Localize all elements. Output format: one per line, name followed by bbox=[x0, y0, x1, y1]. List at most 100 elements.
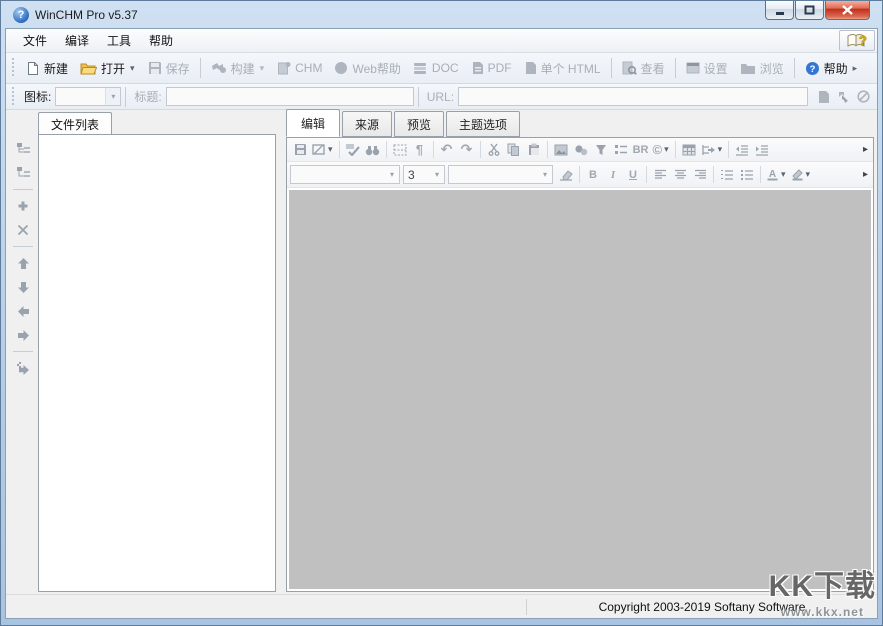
tab-edit[interactable]: 编辑 bbox=[286, 109, 340, 137]
close-button[interactable] bbox=[825, 1, 870, 20]
maximize-button[interactable] bbox=[795, 1, 824, 20]
font-color-button[interactable]: A ▾ bbox=[764, 165, 789, 185]
clear-formatting-button[interactable] bbox=[556, 165, 576, 185]
delete-topic-button[interactable] bbox=[11, 219, 35, 241]
paragraph-style-combobox[interactable]: ▾ bbox=[448, 165, 553, 184]
insert-list-button[interactable] bbox=[611, 140, 631, 160]
menu-tools[interactable]: 工具 bbox=[98, 29, 140, 52]
cut-button[interactable] bbox=[484, 140, 504, 160]
save-topic-button[interactable] bbox=[290, 140, 310, 160]
font-size-combobox[interactable]: 3 ▾ bbox=[403, 165, 445, 184]
bold-button[interactable]: B bbox=[583, 165, 603, 185]
separator bbox=[339, 141, 340, 158]
italic-button[interactable]: I bbox=[603, 165, 623, 185]
add-child-topic-button[interactable] bbox=[11, 357, 35, 379]
add-topic-button[interactable] bbox=[11, 195, 35, 217]
menu-file[interactable]: 文件 bbox=[14, 29, 56, 52]
list-items-icon bbox=[614, 144, 628, 156]
help-button[interactable]: ? 帮助 ▸ bbox=[799, 57, 865, 80]
copy-button[interactable] bbox=[504, 140, 524, 160]
view-button[interactable]: 查看 bbox=[616, 57, 671, 80]
new-button[interactable]: 新建 bbox=[20, 57, 74, 80]
insert-symbol-button[interactable]: © ▾ bbox=[651, 140, 672, 160]
align-left-button[interactable] bbox=[650, 165, 670, 185]
toolbar-overflow-icon[interactable]: ▸ bbox=[861, 144, 870, 155]
find-button[interactable] bbox=[363, 140, 383, 160]
underline-button[interactable]: U bbox=[623, 165, 643, 185]
topic-tree[interactable] bbox=[38, 134, 276, 592]
chevron-down-icon[interactable]: ▾ bbox=[805, 169, 812, 180]
italic-label: I bbox=[611, 169, 615, 181]
collapse-all-button[interactable] bbox=[11, 162, 35, 184]
chevron-down-icon[interactable]: ▾ bbox=[663, 144, 670, 155]
increase-indent-button[interactable] bbox=[752, 140, 772, 160]
open-button[interactable]: 打开 ▾ bbox=[74, 57, 142, 80]
bullet-list-button[interactable] bbox=[737, 165, 757, 185]
highlighter-icon bbox=[791, 168, 804, 181]
browse-button[interactable]: 浏览 bbox=[734, 57, 790, 80]
paste-button[interactable] bbox=[524, 140, 544, 160]
editor-content-area[interactable] bbox=[289, 190, 871, 589]
url-field[interactable] bbox=[458, 87, 808, 106]
doc-button[interactable]: DOC bbox=[407, 58, 465, 78]
open-dropdown-arrow-icon[interactable]: ▾ bbox=[129, 63, 136, 74]
align-right-button[interactable] bbox=[690, 165, 710, 185]
chm-button[interactable]: CHM bbox=[271, 58, 328, 78]
topic-tree-toolbar bbox=[8, 134, 38, 594]
insert-table-button[interactable] bbox=[679, 140, 699, 160]
single-html-button[interactable]: 单个 HTML bbox=[518, 57, 607, 80]
show-paragraph-marks-button[interactable]: ¶ bbox=[410, 140, 430, 160]
move-right-button[interactable] bbox=[11, 324, 35, 346]
tab-source[interactable]: 来源 bbox=[342, 111, 392, 137]
html-file-icon bbox=[524, 61, 537, 75]
move-up-button[interactable] bbox=[11, 252, 35, 274]
insert-link-button[interactable] bbox=[571, 140, 591, 160]
help-menu-arrow-icon[interactable]: ▸ bbox=[852, 63, 859, 74]
menu-compile[interactable]: 编译 bbox=[56, 29, 98, 52]
chevron-down-icon[interactable]: ▾ bbox=[327, 144, 334, 155]
highlight-color-button[interactable]: ▾ bbox=[789, 165, 814, 185]
icon-combobox[interactable]: ▾ bbox=[55, 87, 121, 106]
chevron-down-icon[interactable]: ▾ bbox=[105, 88, 120, 105]
panel-splitter[interactable] bbox=[276, 112, 286, 594]
select-topic-button[interactable] bbox=[833, 87, 853, 107]
toolbar-overflow-icon[interactable]: ▸ bbox=[861, 169, 870, 180]
title-field[interactable] bbox=[166, 87, 414, 106]
tab-topic-options[interactable]: 主题选项 bbox=[446, 111, 520, 137]
redo-button[interactable]: ↷ bbox=[457, 140, 477, 160]
chevron-down-icon[interactable]: ▾ bbox=[780, 169, 787, 180]
insert-anchor-button[interactable] bbox=[591, 140, 611, 160]
expand-all-button[interactable] bbox=[11, 138, 35, 160]
undo-button[interactable]: ↶ bbox=[437, 140, 457, 160]
tab-preview[interactable]: 预览 bbox=[394, 111, 444, 137]
minimize-button[interactable] bbox=[765, 1, 794, 20]
menu-help[interactable]: 帮助 bbox=[140, 29, 182, 52]
show-borders-button[interactable] bbox=[390, 140, 410, 160]
tab-file-list[interactable]: 文件列表 bbox=[38, 112, 112, 134]
align-center-button[interactable] bbox=[670, 165, 690, 185]
toolbar-grip[interactable] bbox=[11, 87, 16, 107]
table-edit-button[interactable]: ▾ bbox=[699, 140, 726, 160]
edit-mode-button[interactable]: ▾ bbox=[310, 140, 336, 160]
spell-check-button[interactable] bbox=[343, 140, 363, 160]
toolbar-grip[interactable] bbox=[11, 58, 16, 78]
new-topic-file-button[interactable] bbox=[813, 87, 833, 107]
separator bbox=[418, 87, 419, 107]
build-button[interactable]: 构建 ▾ bbox=[205, 57, 272, 80]
save-button[interactable]: 保存 bbox=[142, 57, 196, 80]
help-book-button[interactable]: ? bbox=[839, 30, 875, 51]
cancel-button[interactable] bbox=[853, 87, 873, 107]
move-left-button[interactable] bbox=[11, 300, 35, 322]
delete-x-icon bbox=[17, 224, 29, 236]
move-down-button[interactable] bbox=[11, 276, 35, 298]
settings-button[interactable]: 设置 bbox=[680, 57, 734, 80]
insert-line-break-button[interactable]: BR bbox=[631, 140, 651, 160]
chevron-down-icon[interactable]: ▾ bbox=[717, 144, 724, 155]
web-help-button[interactable]: Web帮助 bbox=[328, 57, 406, 80]
numbered-list-button[interactable] bbox=[717, 165, 737, 185]
pdf-button[interactable]: PDF bbox=[465, 58, 518, 78]
font-family-combobox[interactable]: ▾ bbox=[290, 165, 400, 184]
decrease-indent-button[interactable] bbox=[732, 140, 752, 160]
build-dropdown-arrow-icon[interactable]: ▾ bbox=[259, 63, 266, 74]
insert-image-button[interactable] bbox=[551, 140, 571, 160]
